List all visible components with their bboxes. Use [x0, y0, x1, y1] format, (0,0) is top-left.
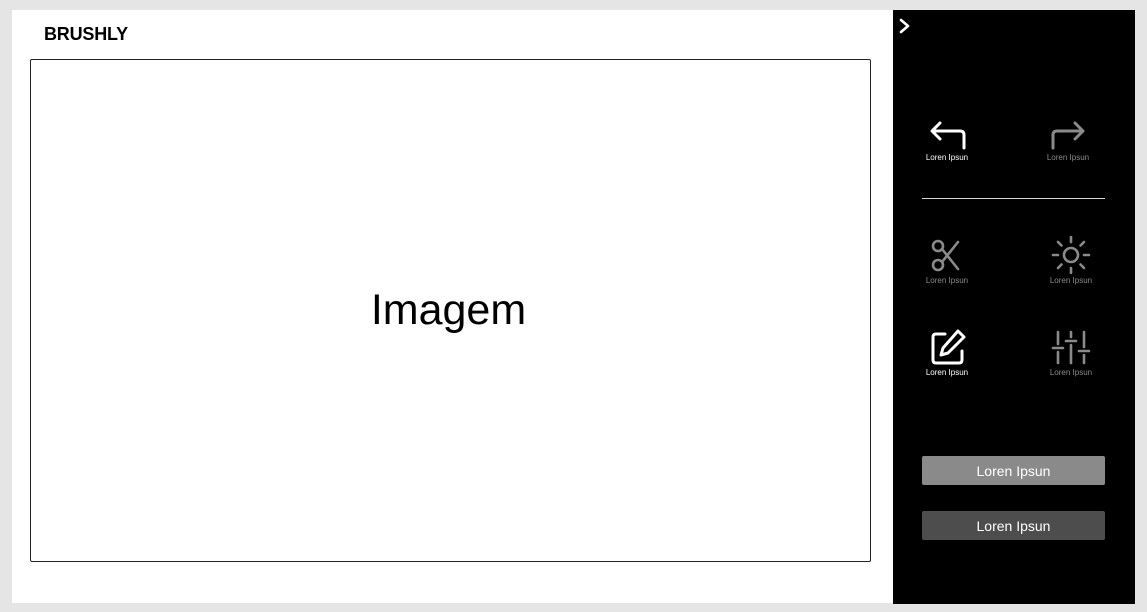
canvas-placeholder-text: Imagem	[370, 286, 527, 334]
sun-icon	[1051, 236, 1091, 274]
adjust-tool-label: Loren Ipsun	[1049, 368, 1093, 377]
tool-sidebar: Loren Ipsun Loren Ipsun Loren Ipsun Lore…	[893, 10, 1135, 604]
adjust-tool-button[interactable]: Loren Ipsun	[1031, 328, 1111, 377]
cut-tool-label: Loren Ipsun	[925, 276, 969, 285]
tools-divider	[922, 198, 1105, 199]
app-title: BRUSHLY	[44, 24, 128, 44]
edit-icon	[931, 329, 966, 365]
edit-tool-button[interactable]: Loren Ipsun	[907, 328, 987, 377]
image-canvas[interactable]: Imagem	[30, 59, 871, 562]
undo-button[interactable]: Loren Ipsun	[907, 117, 987, 162]
redo-icon	[1051, 121, 1085, 150]
sliders-icon	[1051, 330, 1091, 365]
cut-tool-button[interactable]: Loren Ipsun	[907, 238, 987, 285]
scissors-icon	[931, 239, 960, 272]
undo-icon	[930, 121, 966, 150]
edit-tool-label: Loren Ipsun	[925, 368, 969, 377]
collapse-sidebar-button[interactable]	[898, 18, 912, 34]
brightness-tool-button[interactable]: Loren Ipsun	[1031, 236, 1111, 285]
brightness-tool-label: Loren Ipsun	[1049, 276, 1093, 285]
chevron-right-icon	[899, 18, 910, 34]
undo-label: Loren Ipsun	[925, 153, 969, 162]
main-panel: BRUSHLY Imagem	[12, 10, 893, 603]
redo-button[interactable]: Loren Ipsun	[1028, 117, 1108, 162]
redo-label: Loren Ipsun	[1046, 153, 1090, 162]
secondary-action-button[interactable]: Loren Ipsun	[922, 511, 1105, 540]
primary-action-button[interactable]: Loren Ipsun	[922, 456, 1105, 485]
